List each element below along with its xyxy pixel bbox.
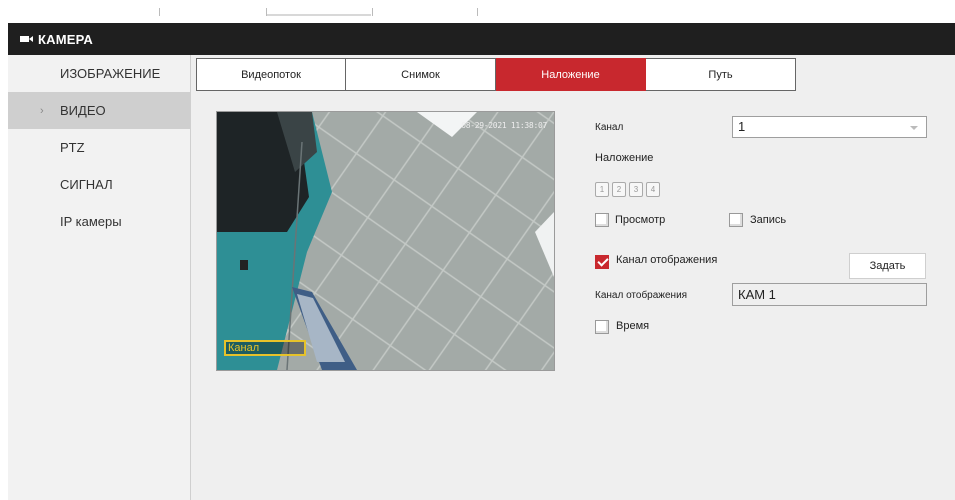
preview-checkbox[interactable] bbox=[595, 213, 609, 227]
sidebar-item-ptz[interactable]: PTZ bbox=[8, 129, 190, 166]
sidebar-item-label: IP камеры bbox=[60, 214, 122, 229]
sidebar-item-label: PTZ bbox=[60, 140, 85, 155]
overlay-region-2[interactable]: 2 bbox=[612, 182, 626, 197]
sidebar-item-label: СИГНАЛ bbox=[60, 177, 113, 192]
sidebar-item-label: ВИДЕО bbox=[60, 103, 106, 118]
preview-label: Просмотр bbox=[615, 214, 666, 226]
time-checkbox[interactable] bbox=[595, 320, 609, 334]
channel-overlay-box[interactable]: Канал bbox=[224, 340, 306, 356]
overlay-label: Наложение bbox=[595, 152, 654, 164]
overlay-region-1[interactable]: 1 bbox=[595, 182, 609, 197]
top-strip bbox=[0, 0, 955, 23]
sidebar-item-label: ИЗОБРАЖЕНИЕ bbox=[60, 66, 161, 81]
camera-scene-image bbox=[217, 112, 554, 370]
chevron-down-icon bbox=[910, 126, 918, 130]
tab-snapshot[interactable]: Снимок bbox=[346, 58, 496, 91]
channel-select[interactable]: 1 bbox=[732, 116, 927, 138]
sidebar-item-ip-cameras[interactable]: IP камеры bbox=[8, 203, 190, 240]
strip-tick bbox=[159, 8, 160, 16]
record-checkbox[interactable] bbox=[729, 213, 743, 227]
record-label: Запись bbox=[750, 214, 787, 226]
display-channel-checkbox[interactable] bbox=[595, 255, 609, 269]
channel-select-value: 1 bbox=[738, 119, 746, 134]
overlay-region-3[interactable]: 3 bbox=[629, 182, 643, 197]
tab-videostream[interactable]: Видеопоток bbox=[196, 58, 346, 91]
sidebar-item-image[interactable]: ИЗОБРАЖЕНИЕ bbox=[8, 55, 190, 92]
preview-timestamp: 08-29-2021 11:38:07 bbox=[461, 121, 547, 130]
tab-bar: Видеопоток Снимок Наложение Путь bbox=[196, 58, 796, 91]
strip-tick bbox=[477, 8, 478, 16]
strip-tick bbox=[372, 8, 373, 16]
tab-path[interactable]: Путь bbox=[646, 58, 796, 91]
tab-overlay[interactable]: Наложение bbox=[496, 58, 646, 91]
sidebar-item-video[interactable]: › ВИДЕО bbox=[8, 92, 190, 129]
page-title: КАМЕРА bbox=[38, 31, 93, 47]
title-bar: КАМЕРА bbox=[8, 23, 955, 55]
channel-label: Канал bbox=[595, 122, 624, 133]
set-button[interactable]: Задать bbox=[849, 253, 926, 279]
camera-icon bbox=[20, 36, 33, 42]
main-panel: Видеопоток Снимок Наложение Путь 08-29-2… bbox=[191, 55, 955, 500]
overlay-region-4[interactable]: 4 bbox=[646, 182, 660, 197]
sidebar: ИЗОБРАЖЕНИЕ › ВИДЕО PTZ СИГНАЛ IP камеры bbox=[8, 55, 191, 500]
chevron-right-icon: › bbox=[40, 104, 44, 117]
time-label: Время bbox=[616, 320, 650, 332]
camera-preview[interactable]: 08-29-2021 11:38:07 Канал bbox=[216, 111, 555, 371]
display-channel-name-label: Канал отображения bbox=[595, 290, 688, 301]
sidebar-item-signal[interactable]: СИГНАЛ bbox=[8, 166, 190, 203]
display-channel-name-input[interactable]: КАМ 1 bbox=[732, 283, 927, 306]
display-channel-label: Канал отображения bbox=[616, 254, 718, 266]
strip-bar bbox=[267, 14, 371, 16]
